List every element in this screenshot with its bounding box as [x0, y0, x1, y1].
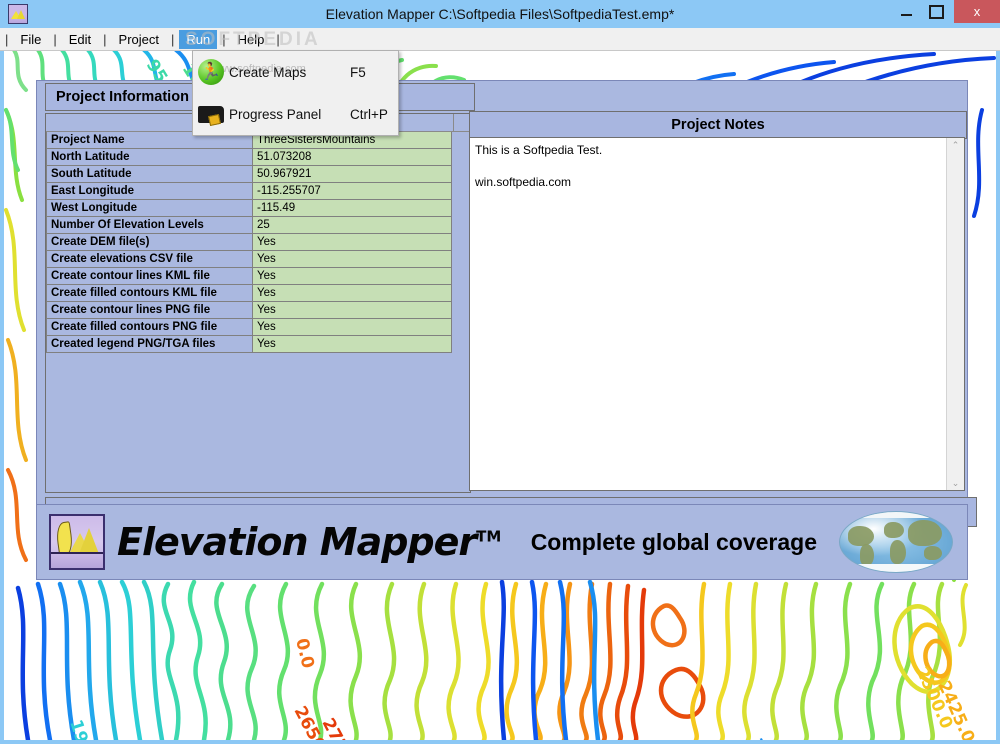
project-notes-scrollbar[interactable]: ⌃ ⌄ — [946, 138, 964, 490]
project-notes-header: Project Notes — [469, 111, 967, 139]
scroll-up-icon[interactable]: ⌃ — [952, 138, 960, 152]
row-value[interactable]: Yes — [252, 319, 452, 336]
globe-landmass — [884, 522, 904, 538]
row-key: Create contour lines KML file — [46, 268, 252, 285]
globe-landmass — [848, 526, 874, 546]
row-value[interactable]: -115.255707 — [252, 183, 452, 200]
menu-option-label: Create Maps — [229, 64, 307, 80]
row-key: East Longitude — [46, 183, 252, 200]
globe-landmass — [924, 546, 942, 560]
project-notes-body: This is a Softpedia Test. win.softpedia.… — [469, 137, 965, 491]
menu-separator: | — [53, 31, 57, 47]
window-title: Elevation Mapper C:\Softpedia Files\Soft… — [325, 6, 675, 22]
menu-item-file[interactable]: File — [13, 30, 48, 49]
table-row: East Longitude -115.255707 — [46, 183, 470, 200]
row-value[interactable]: Yes — [252, 234, 452, 251]
application-window: 1900.0 1750.0 1650.0 2650.0 2725.0 0.0 1… — [0, 0, 1000, 744]
elevation-mapper-logo-icon — [49, 514, 105, 570]
globe-landmass — [890, 540, 906, 564]
table-row: South Latitude 50.967921 — [46, 166, 470, 183]
runner-icon — [193, 59, 229, 85]
table-row: North Latitude 51.073208 — [46, 149, 470, 166]
table-row: Create elevations CSV file Yes — [46, 251, 470, 268]
banner-tagline: Complete global coverage — [530, 528, 817, 555]
trademark-symbol: TM — [476, 527, 502, 546]
menu-option-progress-panel[interactable]: Progress Panel Ctrl+P — [193, 93, 398, 135]
close-button[interactable]: x — [954, 0, 1000, 23]
world-globe-icon — [839, 511, 953, 573]
menu-option-label: Progress Panel — [229, 106, 322, 122]
row-key: South Latitude — [46, 166, 252, 183]
menu-option-shortcut: F5 — [350, 64, 366, 80]
row-value[interactable]: 50.967921 — [252, 166, 452, 183]
maximize-icon — [928, 4, 944, 19]
project-information-table: Project Name ThreeSistersMountains North… — [45, 113, 471, 493]
menu-item-edit[interactable]: Edit — [62, 30, 98, 49]
menu-separator: | — [5, 31, 9, 47]
table-row: Create contour lines PNG file Yes — [46, 302, 470, 319]
minimize-button[interactable] — [891, 0, 921, 23]
table-row: Number Of Elevation Levels 25 — [46, 217, 470, 234]
menu-separator: | — [222, 31, 226, 47]
logo-wordmark: Elevation MapperTM — [117, 520, 501, 564]
row-value[interactable]: 25 — [252, 217, 452, 234]
row-value[interactable]: Yes — [252, 302, 452, 319]
row-key: Create contour lines PNG file — [46, 302, 252, 319]
project-notes-textarea[interactable]: This is a Softpedia Test. win.softpedia.… — [470, 138, 946, 490]
folder-icon — [193, 103, 229, 125]
mountain-icon — [79, 528, 99, 554]
branding-banner: Elevation MapperTM Complete global cover… — [36, 504, 968, 580]
title-bar: Elevation Mapper C:\Softpedia Files\Soft… — [0, 0, 1000, 28]
row-value[interactable]: Yes — [252, 268, 452, 285]
table-row: Create filled contours KML file Yes — [46, 285, 470, 302]
run-dropdown-menu: www.softpedia.com Create Maps F5 Progres… — [192, 50, 399, 136]
table-row: Create DEM file(s) Yes — [46, 234, 470, 251]
menu-separator: | — [276, 31, 280, 47]
menu-item-run[interactable]: Run — [179, 29, 218, 49]
row-value[interactable]: -115.49 — [252, 200, 452, 217]
row-value[interactable]: Yes — [252, 336, 452, 353]
maximize-button[interactable] — [921, 0, 951, 23]
globe-south-ice — [840, 564, 952, 572]
table-row: Create filled contours PNG file Yes — [46, 319, 470, 336]
table-row: Create contour lines KML file Yes — [46, 268, 470, 285]
menu-item-project[interactable]: Project — [112, 30, 166, 49]
row-value[interactable]: 51.073208 — [252, 149, 452, 166]
row-value[interactable]: Yes — [252, 285, 452, 302]
window-controls: x — [891, 0, 1000, 28]
row-key: Create DEM file(s) — [46, 234, 252, 251]
globe-landmass — [908, 520, 942, 546]
row-key: North Latitude — [46, 149, 252, 166]
table-row: West Longitude -115.49 — [46, 200, 470, 217]
row-key: Create elevations CSV file — [46, 251, 252, 268]
app-icon — [8, 4, 28, 24]
table-row: Created legend PNG/TGA files Yes — [46, 336, 470, 353]
row-key: Create filled contours PNG file — [46, 319, 252, 336]
globe-landmass — [860, 544, 874, 566]
globe-north-ice — [840, 512, 952, 518]
menu-bar: | File | Edit | Project | Run | Help | — [0, 28, 1000, 51]
scroll-down-icon[interactable]: ⌄ — [952, 476, 960, 490]
logo-text: Elevation Mapper — [117, 520, 477, 564]
minimize-icon — [900, 14, 912, 16]
menu-separator: | — [171, 31, 175, 47]
row-key: West Longitude — [46, 200, 252, 217]
menu-item-help[interactable]: Help — [231, 30, 272, 49]
menu-option-create-maps[interactable]: Create Maps F5 — [193, 51, 398, 93]
row-value[interactable]: Yes — [252, 251, 452, 268]
row-key: Number Of Elevation Levels — [46, 217, 252, 234]
row-key: Create filled contours KML file — [46, 285, 252, 302]
logo-base — [51, 552, 103, 568]
row-key: Created legend PNG/TGA files — [46, 336, 252, 353]
menu-separator: | — [103, 31, 107, 47]
menu-option-shortcut: Ctrl+P — [350, 106, 388, 122]
